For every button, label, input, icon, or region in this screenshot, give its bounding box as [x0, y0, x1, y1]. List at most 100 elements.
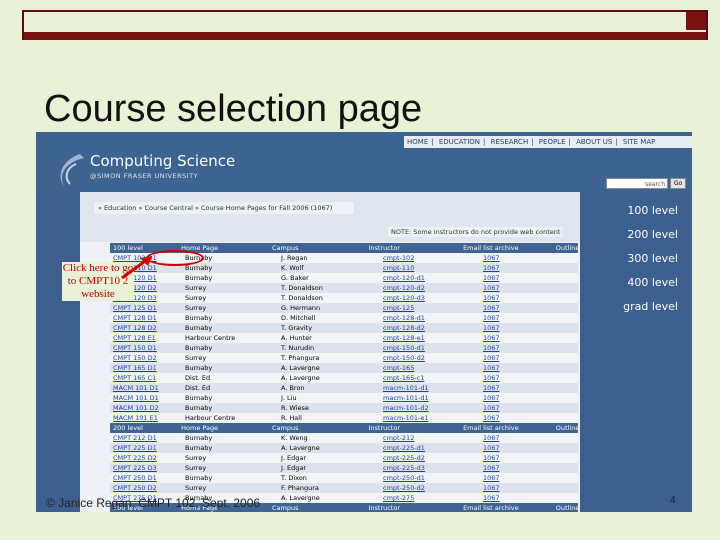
outline-link[interactable]: 1067 — [480, 413, 578, 423]
course-home-page-link[interactable]: CMPT 128 D2 — [110, 323, 182, 333]
outline-link[interactable]: 1067 — [480, 353, 578, 363]
email-archive-link[interactable]: cmpt-110 — [380, 263, 480, 273]
email-archive-link[interactable]: macm-101-d1 — [380, 383, 480, 393]
email-archive-link[interactable]: cmpt-120-d2 — [380, 283, 480, 293]
level-link-300[interactable]: 300 level — [627, 252, 678, 265]
table-row: CMPT 120 D2 Surrey T. Donaldson cmpt-120-d2… — [110, 283, 578, 293]
site-top-nav: HOME | EDUCATION | RESEARCH | PEOPLE | ABOUT… — [404, 136, 692, 148]
instructor-cell: F. Phangura — [281, 484, 319, 492]
email-archive-link[interactable]: cmpt-225-d2 — [380, 453, 480, 463]
email-archive-link[interactable]: cmpt-125 — [380, 303, 480, 313]
outline-link[interactable]: 1067 — [480, 313, 578, 323]
outline-link[interactable]: 1067 — [480, 453, 578, 463]
outline-link[interactable]: 1067 — [480, 383, 578, 393]
outline-link[interactable]: 1067 — [480, 293, 578, 303]
header-instructor: Instructor — [368, 244, 401, 252]
outline-link[interactable]: 1067 — [480, 263, 578, 273]
outline-link[interactable]: 1067 — [480, 323, 578, 333]
email-archive-link[interactable]: cmpt-225-d1 — [380, 443, 480, 453]
email-archive-link[interactable]: cmpt-250-d2 — [380, 483, 480, 493]
course-home-page-link[interactable]: CMPT 150 D1 — [110, 343, 182, 353]
nav-site-map[interactable]: SITE MAP — [620, 138, 658, 146]
email-archive-link[interactable]: cmpt-165 — [380, 363, 480, 373]
campus-cell: Burnaby — [185, 344, 213, 352]
email-archive-link[interactable]: cmpt-150-d2 — [380, 353, 480, 363]
email-archive-link[interactable]: cmpt-150-d1 — [380, 343, 480, 353]
instructor-cell: A. Hunter — [281, 334, 312, 342]
email-archive-link[interactable]: macm-101-d2 — [380, 403, 480, 413]
course-home-page-link[interactable]: MACM 101 E1 — [110, 413, 182, 423]
email-archive-link[interactable]: cmpt-128-e1 — [380, 333, 480, 343]
email-archive-link[interactable]: cmpt-120-d1 — [380, 273, 480, 283]
instructor-cell: T. Dixon — [281, 474, 307, 482]
outline-link[interactable]: 1067 — [480, 343, 578, 353]
course-home-page-link[interactable]: CMPT 128 D1 — [110, 313, 182, 323]
level-link-200[interactable]: 200 level — [627, 228, 678, 241]
email-archive-link[interactable]: cmpt-212 — [380, 433, 480, 443]
search-input[interactable]: search — [606, 178, 668, 189]
outline-link[interactable]: 1067 — [480, 493, 578, 503]
outline-link[interactable]: 1067 — [480, 473, 578, 483]
nav-people[interactable]: PEOPLE — [536, 138, 569, 146]
outline-link[interactable]: 1067 — [480, 333, 578, 343]
table-row: CMPT 250 D1 Burnaby T. Dixon cmpt-250-d1 106… — [110, 473, 578, 483]
instructor-cell: T. Donaldson — [281, 284, 323, 292]
outline-link[interactable]: 1067 — [480, 373, 578, 383]
email-archive-link[interactable]: cmpt-250-d1 — [380, 473, 480, 483]
nav-research[interactable]: RESEARCH — [488, 138, 532, 146]
table-row: CMPT 165 D1 Burnaby A. Lavergne cmpt-165 106… — [110, 363, 578, 373]
outline-link[interactable]: 1067 — [480, 303, 578, 313]
outline-link[interactable]: 1067 — [480, 393, 578, 403]
course-home-page-link[interactable]: CMPT 212 D1 — [110, 433, 182, 443]
outline-link[interactable]: 1067 — [480, 443, 578, 453]
table-row: CMPT 225 D2 Surrey J. Edgar cmpt-225-d2 1067 — [110, 453, 578, 463]
nav-education[interactable]: EDUCATION — [436, 138, 483, 146]
table-row: MACM 101 D1 Dist. Ed A. Bron macm-101-d1 106… — [110, 383, 578, 393]
course-home-page-link[interactable]: CMPT 225 D1 — [110, 443, 182, 453]
level-link-100[interactable]: 100 level — [627, 204, 678, 217]
course-home-page-link[interactable]: CMPT 165 C1 — [110, 373, 182, 383]
course-home-page-link[interactable]: CMPT 250 D2 — [110, 483, 182, 493]
level-link-grad[interactable]: grad level — [623, 300, 678, 313]
course-home-page-link[interactable]: MACM 101 D2 — [110, 403, 182, 413]
header-home-page: Home Page — [181, 424, 219, 432]
outline-link[interactable]: 1067 — [480, 273, 578, 283]
email-archive-link[interactable]: macm-101-e1 — [380, 413, 480, 423]
table-row: CMPT 212 D1 Burnaby K. Weng cmpt-212 1067 — [110, 433, 578, 443]
go-button[interactable]: Go — [670, 178, 686, 189]
email-archive-link[interactable]: cmpt-128-d1 — [380, 313, 480, 323]
level-link-400[interactable]: 400 level — [627, 276, 678, 289]
outline-link[interactable]: 1067 — [480, 463, 578, 473]
table-row: CMPT 165 C1 Dist. Ed A. Lavergne cmpt-165-c… — [110, 373, 578, 383]
top-bar-stripe — [24, 32, 688, 40]
email-archive-link[interactable]: cmpt-165-c1 — [380, 373, 480, 383]
course-home-page-link[interactable]: CMPT 125 D1 — [110, 303, 182, 313]
course-home-page-link[interactable]: CMPT 225 D3 — [110, 463, 182, 473]
course-home-page-link[interactable]: CMPT 165 D1 — [110, 363, 182, 373]
email-archive-link[interactable]: cmpt-128-d2 — [380, 323, 480, 333]
outline-link[interactable]: 1067 — [480, 363, 578, 373]
header-email-archive: Email list archive — [463, 424, 519, 432]
outline-link[interactable]: 1067 — [480, 253, 578, 263]
nav-about-us[interactable]: ABOUT US — [573, 138, 615, 146]
nav-home[interactable]: HOME — [404, 138, 431, 146]
email-archive-link[interactable]: cmpt-225-d3 — [380, 463, 480, 473]
campus-cell: Surrey — [185, 464, 207, 472]
email-archive-link[interactable]: cmpt-102 — [380, 253, 480, 263]
header-campus: Campus — [271, 424, 299, 432]
email-archive-link[interactable]: cmpt-120-d3 — [380, 293, 480, 303]
outline-link[interactable]: 1067 — [480, 483, 578, 493]
instructor-cell: D. Mitchell — [281, 314, 316, 322]
outline-link[interactable]: 1067 — [480, 433, 578, 443]
course-home-page-link[interactable]: CMPT 225 D2 — [110, 453, 182, 463]
course-home-page-link[interactable]: MACM 101 D1 — [110, 383, 182, 393]
course-home-page-link[interactable]: CMPT 128 E1 — [110, 333, 182, 343]
email-archive-link[interactable]: cmpt-275 — [380, 493, 480, 503]
outline-link[interactable]: 1067 — [480, 403, 578, 413]
course-home-page-link[interactable]: MACM 101 D1 — [110, 393, 182, 403]
course-home-page-link[interactable]: CMPT 150 D2 — [110, 353, 182, 363]
table-row: CMPT 120 D3 Surrey T. Donaldson cmpt-120-d3… — [110, 293, 578, 303]
outline-link[interactable]: 1067 — [480, 283, 578, 293]
course-home-page-link[interactable]: CMPT 250 D1 — [110, 473, 182, 483]
email-archive-link[interactable]: macm-101-d1 — [380, 393, 480, 403]
